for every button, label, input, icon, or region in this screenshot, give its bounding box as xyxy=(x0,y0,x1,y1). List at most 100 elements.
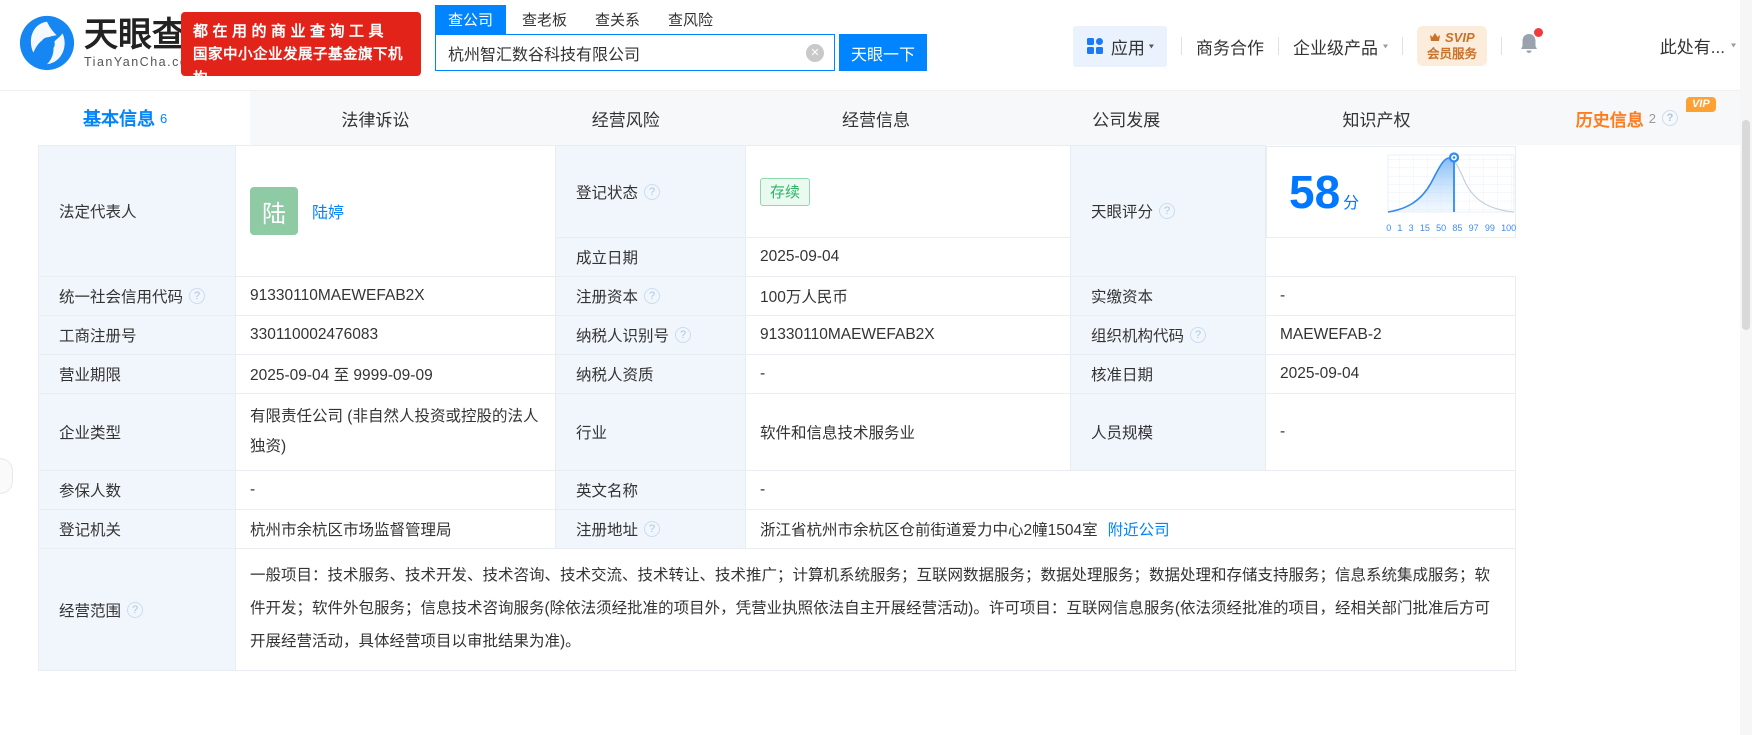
help-icon[interactable]: ? xyxy=(675,327,691,343)
tab-count: 2 xyxy=(1649,111,1656,126)
legal-rep-cell: 陆 陆婷 xyxy=(236,146,556,277)
uscc-value: 91330110MAEWEFAB2X xyxy=(236,277,556,316)
reg-authority-label: 登记机关 xyxy=(39,510,236,549)
taxpayer-id-value: 91330110MAEWEFAB2X xyxy=(746,316,1071,355)
nav-business-cooperation[interactable]: 商务合作 xyxy=(1196,34,1264,59)
chevron-down-icon: ▾ xyxy=(1149,42,1154,51)
reg-number-value: 330110002476083 xyxy=(236,316,556,355)
tab-history-info[interactable]: VIP 历史信息 2 ? xyxy=(1502,91,1752,145)
business-scope-value: 一般项目：技术服务、技术开发、技术咨询、技术交流、技术转让、技术推广；计算机系统… xyxy=(236,549,1516,671)
legal-rep-link[interactable]: 陆婷 xyxy=(312,199,344,223)
reg-authority-value: 杭州市余杭区市场监督管理局 xyxy=(236,510,556,549)
score-axis-ticks: 01 315 5085 9799 100 xyxy=(1385,223,1517,233)
table-row: 营业期限 2025-09-04 至 9999-09-09 纳税人资质 - 核准日… xyxy=(39,355,1516,394)
divider xyxy=(1278,37,1279,55)
help-icon[interactable]: ? xyxy=(1662,110,1678,126)
svip-member-button[interactable]: SVIP 会员服务 xyxy=(1417,26,1487,66)
taxpayer-id-label: 纳税人识别号? xyxy=(556,316,746,355)
search-tab-relation[interactable]: 查关系 xyxy=(595,5,640,34)
reg-address-value: 浙江省杭州市余杭区仓前街道爱力中心2幢1504室 附近公司 xyxy=(746,510,1516,549)
reg-capital-value: 100万人民币 xyxy=(746,277,1071,316)
slogan-line2: 国家中小企业发展子基金旗下机构 xyxy=(193,43,411,91)
help-icon[interactable]: ? xyxy=(644,288,660,304)
help-icon[interactable]: ? xyxy=(644,521,660,537)
search-tab-risk[interactable]: 查风险 xyxy=(668,5,713,34)
search-button[interactable]: 天眼一下 xyxy=(839,34,927,71)
english-name-label: 英文名称 xyxy=(556,471,746,510)
address-text: 浙江省杭州市余杭区仓前街道爱力中心2幢1504室 xyxy=(760,518,1098,540)
tab-business-risk[interactable]: 经营风险 xyxy=(501,91,751,145)
user-account-menu[interactable]: 此处有... ▾ xyxy=(1660,33,1736,58)
company-type-value: 有限责任公司 (非自然人投资或控股的法人独资) xyxy=(236,394,556,471)
tab-company-development[interactable]: 公司发展 xyxy=(1001,91,1251,145)
score-cell: 58 分 xyxy=(1266,146,1516,238)
chevron-down-icon: ▾ xyxy=(1383,42,1388,51)
business-term-value: 2025-09-04 至 9999-09-09 xyxy=(236,355,556,394)
score-value: 58 xyxy=(1289,169,1340,215)
nav-enterprise-products[interactable]: 企业级产品 ▾ xyxy=(1293,34,1388,59)
table-row: 企业类型 有限责任公司 (非自然人投资或控股的法人独资) 行业 软件和信息技术服… xyxy=(39,394,1516,471)
svip-label: SVIP xyxy=(1427,30,1477,46)
table-row: 统一社会信用代码? 91330110MAEWEFAB2X 注册资本? 100万人… xyxy=(39,277,1516,316)
org-code-value: MAEWEFAB-2 xyxy=(1266,316,1516,355)
reg-status-value: 存续 xyxy=(746,146,1071,238)
slogan-line1: 都在用的商业查询工具 xyxy=(193,21,411,43)
help-icon[interactable]: ? xyxy=(1159,203,1175,219)
slogan-banner: 都在用的商业查询工具 国家中小企业发展子基金旗下机构 xyxy=(181,12,421,76)
search-tab-company[interactable]: 查公司 xyxy=(435,5,506,34)
tab-legal-litigation[interactable]: 法律诉讼 xyxy=(250,91,500,145)
header-nav: 应用 ▾ 商务合作 企业级产品 ▾ SVIP 会员服务 xyxy=(1073,26,1542,66)
company-info-table: 法定代表人 陆 陆婷 登记状态? 存续 天眼评分? 58 分 xyxy=(38,145,1516,671)
help-icon[interactable]: ? xyxy=(1190,327,1206,343)
status-badge: 存续 xyxy=(760,178,810,206)
org-code-label: 组织机构代码? xyxy=(1071,316,1266,355)
reg-capital-label: 注册资本? xyxy=(556,277,746,316)
staff-size-label: 人员规模 xyxy=(1071,394,1266,471)
establish-date-value: 2025-09-04 xyxy=(746,238,1071,277)
company-section-tabs: 基本信息 6 法律诉讼 经营风险 经营信息 公司发展 知识产权 VIP 历史信息… xyxy=(0,90,1752,145)
notification-bell-button[interactable] xyxy=(1518,32,1540,61)
search-tabs: 查公司 查老板 查关系 查风险 xyxy=(435,7,927,34)
taxpayer-quality-label: 纳税人资质 xyxy=(556,355,746,394)
scrollbar-thumb[interactable] xyxy=(1742,120,1750,330)
table-row: 经营范围? 一般项目：技术服务、技术开发、技术咨询、技术交流、技术转让、技术推广… xyxy=(39,549,1516,671)
score-label: 天眼评分? xyxy=(1071,146,1266,277)
table-row: 工商注册号 330110002476083 纳税人识别号? 91330110MA… xyxy=(39,316,1516,355)
score-distribution-chart: 01 315 5085 9799 100 xyxy=(1385,151,1517,233)
apps-menu-label: 应用 xyxy=(1111,34,1145,59)
avatar[interactable]: 陆 xyxy=(250,187,298,235)
tab-intellectual-property[interactable]: 知识产权 xyxy=(1251,91,1501,145)
divider xyxy=(1501,37,1502,55)
crown-icon xyxy=(1429,32,1441,42)
paid-capital-label: 实缴资本 xyxy=(1071,277,1266,316)
vip-badge: VIP xyxy=(1686,97,1716,112)
apps-menu-button[interactable]: 应用 ▾ xyxy=(1073,26,1167,67)
search-tab-boss[interactable]: 查老板 xyxy=(522,5,567,34)
help-icon[interactable]: ? xyxy=(644,184,660,200)
help-icon[interactable]: ? xyxy=(189,288,205,304)
nearby-companies-link[interactable]: 附近公司 xyxy=(1108,518,1170,540)
chevron-down-icon: ▾ xyxy=(1731,41,1736,50)
clear-icon[interactable]: ✕ xyxy=(806,44,824,62)
tianyancha-logo[interactable]: 天眼查 TianYanCha.com xyxy=(18,14,200,72)
tab-basic-info[interactable]: 基本信息 6 xyxy=(0,91,250,145)
business-term-label: 营业期限 xyxy=(39,355,236,394)
score-unit: 分 xyxy=(1343,189,1359,213)
insured-count-value: - xyxy=(236,471,556,510)
apps-grid-icon xyxy=(1086,37,1104,55)
industry-value: 软件和信息技术服务业 xyxy=(746,394,1071,471)
table-row: 登记机关 杭州市余杭区市场监督管理局 注册地址? 浙江省杭州市余杭区仓前街道爱力… xyxy=(39,510,1516,549)
search-input[interactable] xyxy=(436,35,834,70)
industry-label: 行业 xyxy=(556,394,746,471)
uscc-label: 统一社会信用代码? xyxy=(39,277,236,316)
tab-count: 6 xyxy=(160,111,167,126)
legal-rep-label: 法定代表人 xyxy=(39,146,236,277)
tab-business-info[interactable]: 经营信息 xyxy=(751,91,1001,145)
table-row: 参保人数 - 英文名称 - xyxy=(39,471,1516,510)
tianyancha-logo-icon xyxy=(18,14,76,72)
help-icon[interactable]: ? xyxy=(127,602,143,618)
search-block: 查公司 查老板 查关系 查风险 ✕ 天眼一下 xyxy=(435,7,927,71)
establish-date-label: 成立日期 xyxy=(556,238,746,277)
svip-service-label: 会员服务 xyxy=(1427,46,1477,62)
reg-status-label: 登记状态? xyxy=(556,146,746,238)
